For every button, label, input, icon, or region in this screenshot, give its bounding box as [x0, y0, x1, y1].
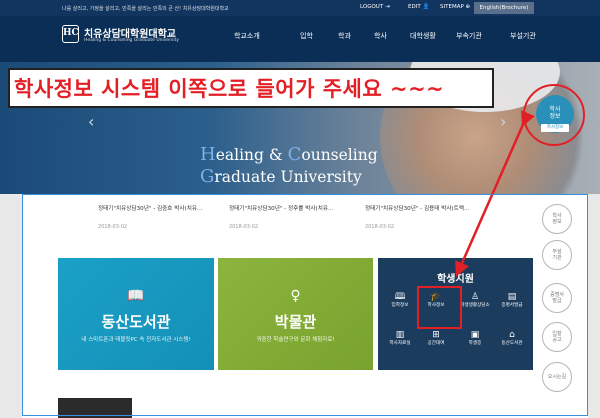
highlight-circle-quick-menu: [523, 84, 585, 146]
student-support-title: 학생지원: [437, 274, 474, 285]
edit-label: EDIT: [408, 4, 421, 10]
chevron-left-icon[interactable]: ‹: [88, 112, 94, 131]
person-icon: ♙: [470, 292, 480, 302]
support-item-admission-info[interactable]: 🕮 입학정보: [383, 292, 417, 309]
book-icon: 🕮: [394, 292, 406, 302]
side-button-academic-info[interactable]: 학사 정보: [542, 204, 572, 234]
news-date-2: 2018-03-02: [229, 224, 259, 230]
chevron-right-icon[interactable]: ›: [500, 112, 506, 131]
top-utility-bar: 나를 살리고, 가정을 살리고, 민족을 살리는 민족의 큰 산! 치유상담대학…: [0, 0, 600, 16]
support-item-library[interactable]: ⌂ 동산도서관: [495, 330, 529, 347]
library-tile[interactable]: 📖 동산도서관 내 스마트폰과 태블릿PC 속 전자도서관 시스템!: [58, 258, 214, 370]
sitemap-label: SITEMAP: [440, 4, 464, 10]
nav-item-attached[interactable]: 부설기관: [510, 31, 536, 41]
news-date-1: 2018-03-02: [98, 224, 128, 230]
news-title-2[interactable]: 정태기"치유상담30년" - 정후률 박사(치유…: [229, 204, 334, 212]
certificate-icon: ▤: [507, 292, 517, 302]
library-icon: ⌂: [509, 330, 515, 340]
sitemap-icon: ⊕: [465, 4, 471, 10]
archive-icon: ▥: [395, 330, 405, 340]
museum-subtitle: 귀중한 학술연구와 문화 체험자료!: [256, 337, 335, 343]
bottom-dark-block: [58, 398, 132, 418]
museum-title: 박물관: [274, 313, 317, 331]
logo-subtitle: Healing & Counseling Graduate University: [84, 38, 180, 43]
nav-item-admission[interactable]: 입학: [300, 31, 313, 41]
site-header: HC 치유상담대학원대학교 Healing & Counseling Gradu…: [0, 16, 600, 62]
nav-item-affiliated[interactable]: 부속기관: [456, 31, 482, 41]
annotation-text: 학사정보 시스템 이쪽으로 들어가 주세요 ~~~: [14, 77, 445, 101]
news-title-3[interactable]: 정태기"치유상담30년" - 김용태 박사(트랙…: [365, 204, 470, 212]
nav-item-academic[interactable]: 학사: [374, 31, 387, 41]
highlight-box-academic-info: [417, 286, 462, 329]
sitemap-link[interactable]: SITEMAP ⊕: [440, 4, 470, 10]
news-title-1[interactable]: 정태기"치유상담30년" - 김중호 박사(치유…: [98, 204, 203, 212]
hero-tagline-line1: Healing & Counseling: [200, 144, 378, 165]
book-open-icon: 📖: [127, 288, 145, 304]
support-item-space-rental[interactable]: ⊞ 공간대여: [419, 330, 453, 347]
support-item-student-id[interactable]: ▣ 학생증: [458, 330, 492, 347]
support-item-certificate[interactable]: ▤ 증명서발급: [495, 292, 529, 309]
edit-link[interactable]: EDIT 👤: [408, 4, 429, 10]
logo-mark[interactable]: HC: [62, 25, 79, 43]
grid-icon: ⊞: [432, 330, 440, 340]
nav-item-department[interactable]: 학과: [338, 31, 351, 41]
lamp-icon: ♀: [290, 288, 301, 304]
logout-link[interactable]: LOGOUT ⇥: [360, 4, 390, 10]
motto-text: 나를 살리고, 가정을 살리고, 민족을 살리는 민족의 큰 산! 치유상담대학…: [62, 6, 229, 12]
user-icon: 👤: [422, 4, 430, 10]
support-item-academic-archive[interactable]: ▥ 학사자료실: [383, 330, 417, 347]
logout-icon: ⇥: [384, 4, 390, 10]
side-button-directions[interactable]: 오시는길: [542, 362, 572, 392]
nav-item-campus-life[interactable]: 대학생활: [410, 31, 436, 41]
logout-label: LOGOUT: [360, 4, 384, 10]
news-date-3: 2018-03-02: [365, 224, 395, 230]
side-button-certificate[interactable]: 증명서 발급: [542, 283, 572, 313]
english-brochure-button[interactable]: English(Brochure): [474, 2, 534, 14]
side-button-bid-notice[interactable]: 입찰 공고: [542, 322, 572, 352]
nav-item-about[interactable]: 학교소개: [234, 31, 260, 41]
support-item-counseling-center[interactable]: ♙ 학생생활상담소: [458, 292, 492, 309]
library-subtitle: 내 스마트폰과 태블릿PC 속 전자도서관 시스템!: [81, 337, 191, 343]
library-title: 동산도서관: [101, 313, 171, 331]
side-button-attached[interactable]: 부설 기관: [542, 240, 572, 270]
hero-tagline-line2: Graduate University: [200, 166, 362, 187]
id-card-icon: ▣: [470, 330, 480, 340]
museum-tile[interactable]: ♀ 박물관 귀중한 학술연구와 문화 체험자료!: [218, 258, 373, 370]
